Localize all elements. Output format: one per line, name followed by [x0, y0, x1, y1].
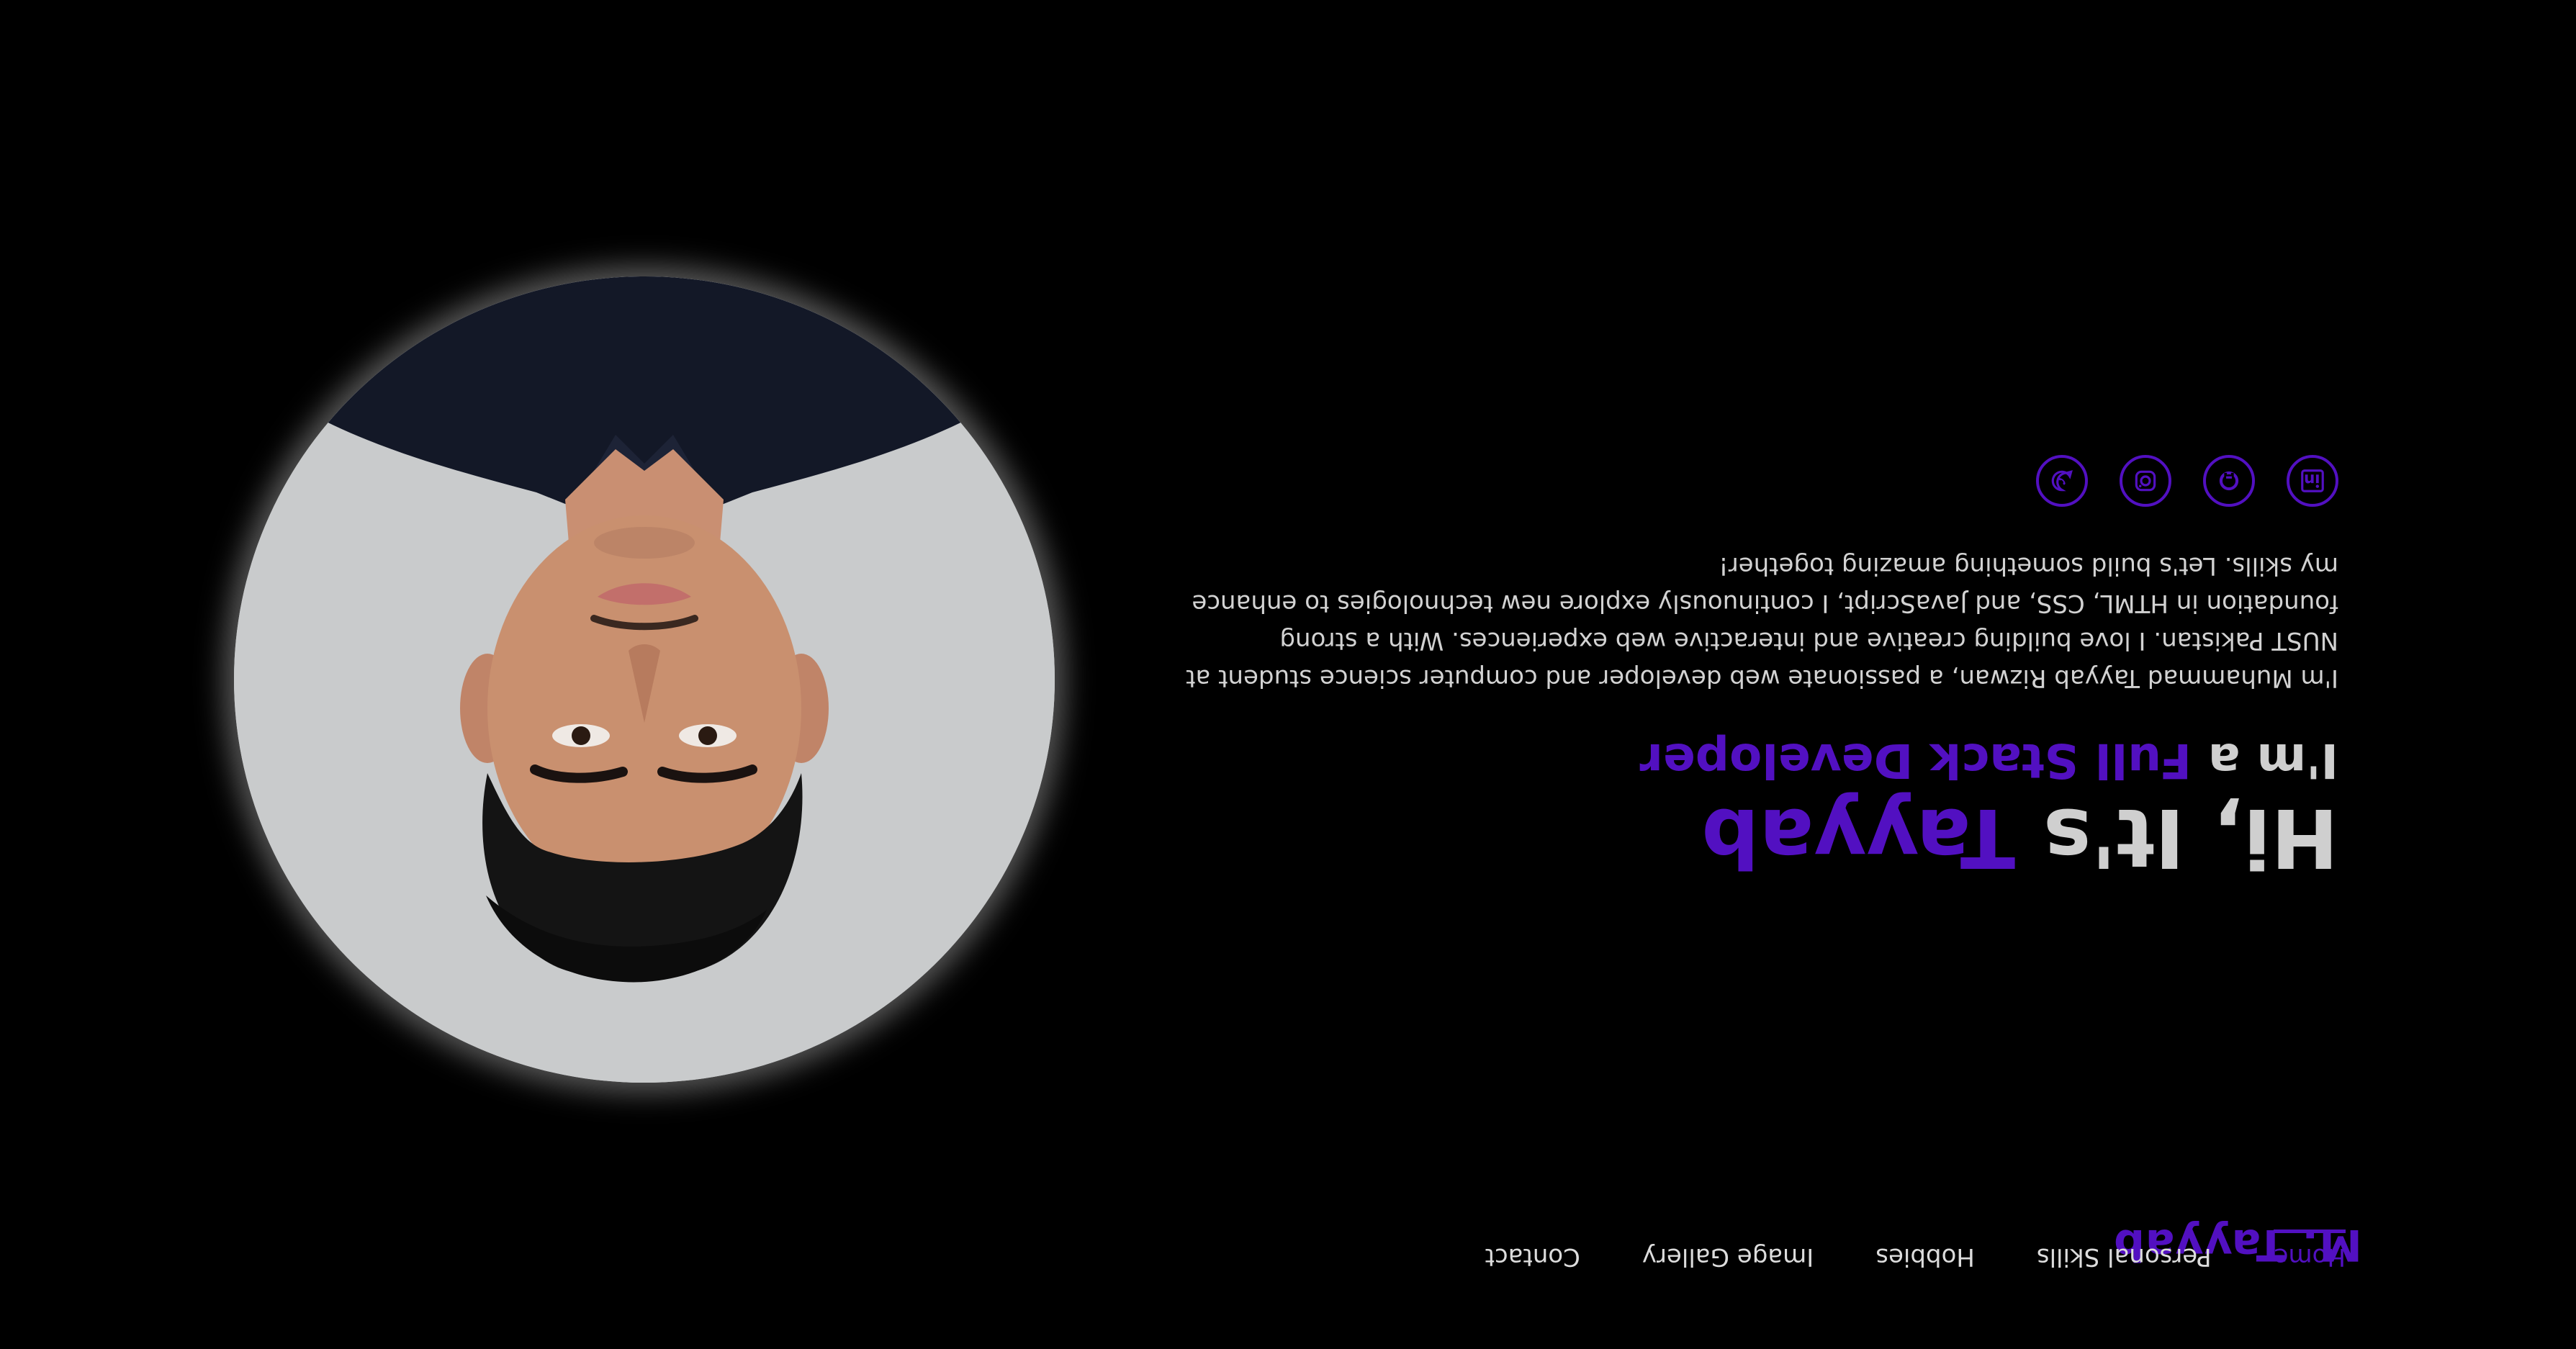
hero-text: Hi, It's Tayyab I'm a Full Stack Develop… [1172, 454, 2338, 884]
hero-name: Tayyab [1701, 790, 2016, 884]
greeting-prefix: Hi, It's [2043, 790, 2338, 884]
linkedin-link[interactable] [2287, 454, 2338, 507]
role-title: Full Stack Developer [1639, 732, 2192, 788]
hero-greeting: Hi, It's Tayyab [1172, 790, 2338, 884]
role-prefix: I'm a [2207, 732, 2338, 788]
whatsapp-link[interactable] [2036, 454, 2088, 507]
page-stage: M. Tayyab Home Personal Skills Hobbies I… [0, 0, 2576, 1349]
nav-link-image-gallery[interactable]: Image Gallery [1642, 1235, 1814, 1271]
nav-link-contact[interactable]: Contact [1485, 1235, 1580, 1271]
linkedin-icon [2301, 469, 2324, 492]
nav-link-personal-skills[interactable]: Personal Skills [2037, 1235, 2212, 1271]
nav-link-hobbies[interactable]: Hobbies [1875, 1235, 1975, 1271]
nav-links: Home Personal Skills Hobbies Image Galle… [1485, 1235, 2346, 1271]
about-paragraph: I'm Muhammad Tayyab Rizwan, a passionate… [1186, 551, 2338, 692]
profile-photo [234, 276, 1055, 1083]
github-link[interactable] [2203, 454, 2255, 507]
whatsapp-icon [2051, 469, 2073, 492]
navbar: M. Tayyab Home Personal Skills Hobbies I… [0, 1176, 2576, 1349]
instagram-link[interactable] [2120, 454, 2171, 507]
github-icon [2219, 471, 2239, 490]
instagram-icon [2135, 470, 2156, 492]
hero-role: I'm a Full Stack Developer [1172, 733, 2338, 788]
social-links [1172, 454, 2338, 507]
portrait-illustration [234, 276, 1055, 1083]
nav-link-home[interactable]: Home [2274, 1235, 2346, 1271]
